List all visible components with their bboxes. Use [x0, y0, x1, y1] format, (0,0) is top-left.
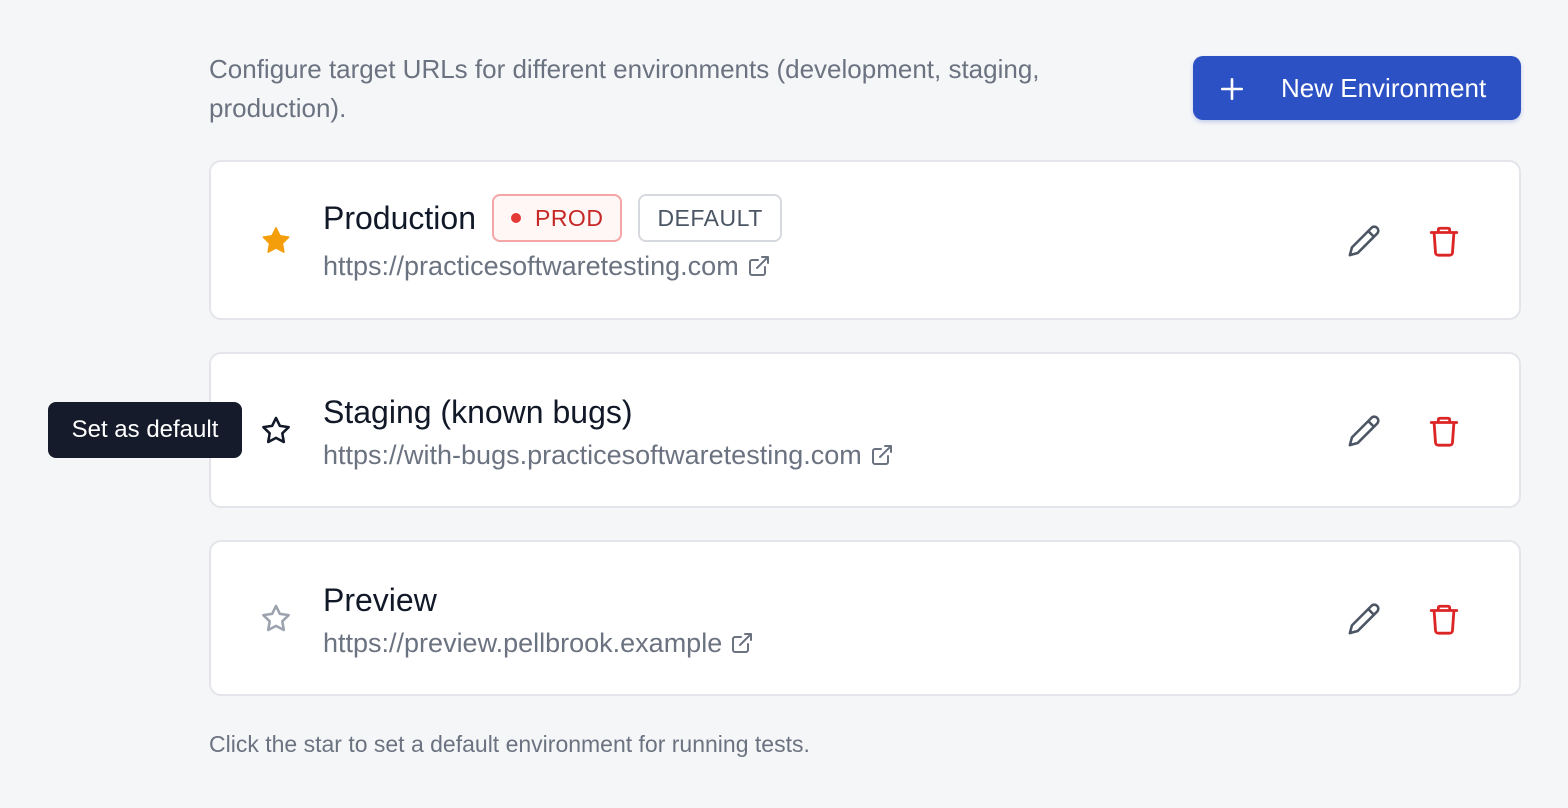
prod-badge: PROD [491, 194, 623, 242]
pencil-icon[interactable] [1347, 414, 1381, 448]
environment-url[interactable]: https://with-bugs.practicesoftwaretestin… [323, 438, 862, 472]
trash-icon[interactable] [1427, 224, 1461, 258]
default-badge: DEFAULT [638, 194, 782, 242]
environment-name: Staging (known bugs) [323, 394, 633, 430]
pencil-icon[interactable] [1347, 224, 1381, 258]
set-default-tooltip: Set as default [48, 402, 242, 458]
environment-url[interactable]: https://practicesoftwaretesting.com [323, 249, 739, 283]
new-environment-button[interactable]: New Environment [1193, 56, 1521, 120]
trash-icon[interactable] [1427, 414, 1461, 448]
new-environment-label: New Environment [1281, 73, 1487, 103]
external-link-icon[interactable] [730, 631, 754, 655]
trash-icon[interactable] [1427, 602, 1461, 636]
environment-name: Production [323, 200, 476, 236]
environments-page: Configure target URLs for different envi… [0, 0, 1568, 808]
environment-name: Preview [323, 582, 437, 618]
page-description: Configure target URLs for different envi… [209, 54, 1040, 123]
external-link-icon[interactable] [870, 443, 894, 467]
environment-card-staging: Staging (known bugs) https://with-bugs.p… [209, 352, 1521, 508]
plus-icon [1220, 77, 1244, 101]
environment-card-preview: Preview https://preview.pellbrook.exampl… [209, 540, 1521, 696]
prod-dot-icon [510, 213, 521, 223]
external-link-icon[interactable] [747, 254, 771, 278]
pencil-icon[interactable] [1347, 602, 1381, 636]
star-filled-icon[interactable] [259, 224, 293, 258]
star-outline-icon[interactable] [259, 414, 293, 448]
prod-badge-label: PROD [534, 204, 604, 231]
footer-hint: Click the star to set a default environm… [209, 731, 810, 757]
environment-card-production: Production PROD DEFAULT https://practice… [209, 160, 1521, 320]
star-outline-icon[interactable] [259, 602, 293, 636]
environment-url[interactable]: https://preview.pellbrook.example [323, 626, 722, 660]
